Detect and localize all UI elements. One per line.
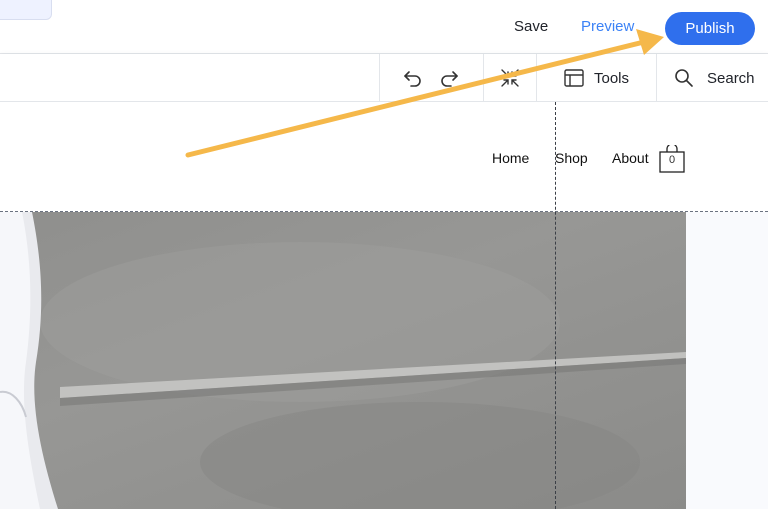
column-guide-line: [555, 102, 556, 509]
editor-toolbar: Tools Search: [0, 54, 768, 102]
toolbar-divider: [379, 54, 380, 102]
tab-stub[interactable]: [0, 0, 52, 20]
hero-side-gap: [686, 212, 768, 509]
cart-button[interactable]: 0: [659, 143, 685, 173]
redo-icon[interactable]: [437, 66, 461, 90]
hero-image[interactable]: [0, 212, 686, 509]
toolbar-divider: [536, 54, 537, 102]
collapse-arrows-icon[interactable]: [498, 66, 522, 90]
preview-button[interactable]: Preview: [581, 18, 634, 35]
top-bar: Save Preview Publish: [0, 0, 768, 54]
search-button[interactable]: Search: [707, 70, 755, 87]
undo-icon[interactable]: [401, 66, 425, 90]
toolbar-divider: [483, 54, 484, 102]
tools-button[interactable]: Tools: [594, 70, 629, 87]
publish-label: Publish: [685, 20, 735, 37]
nav-link-about[interactable]: About: [612, 150, 649, 166]
save-button[interactable]: Save: [514, 18, 548, 35]
tools-icon[interactable]: [562, 66, 586, 90]
publish-button[interactable]: Publish: [665, 12, 755, 45]
site-header: [0, 102, 768, 211]
hero-image-graphic: [0, 212, 686, 509]
cart-count: 0: [668, 154, 676, 166]
nav-link-home[interactable]: Home: [492, 150, 529, 166]
toolbar-divider: [656, 54, 657, 102]
section-guide-line: [0, 211, 768, 212]
nav-link-shop[interactable]: Shop: [555, 150, 588, 166]
search-icon[interactable]: [672, 66, 696, 90]
